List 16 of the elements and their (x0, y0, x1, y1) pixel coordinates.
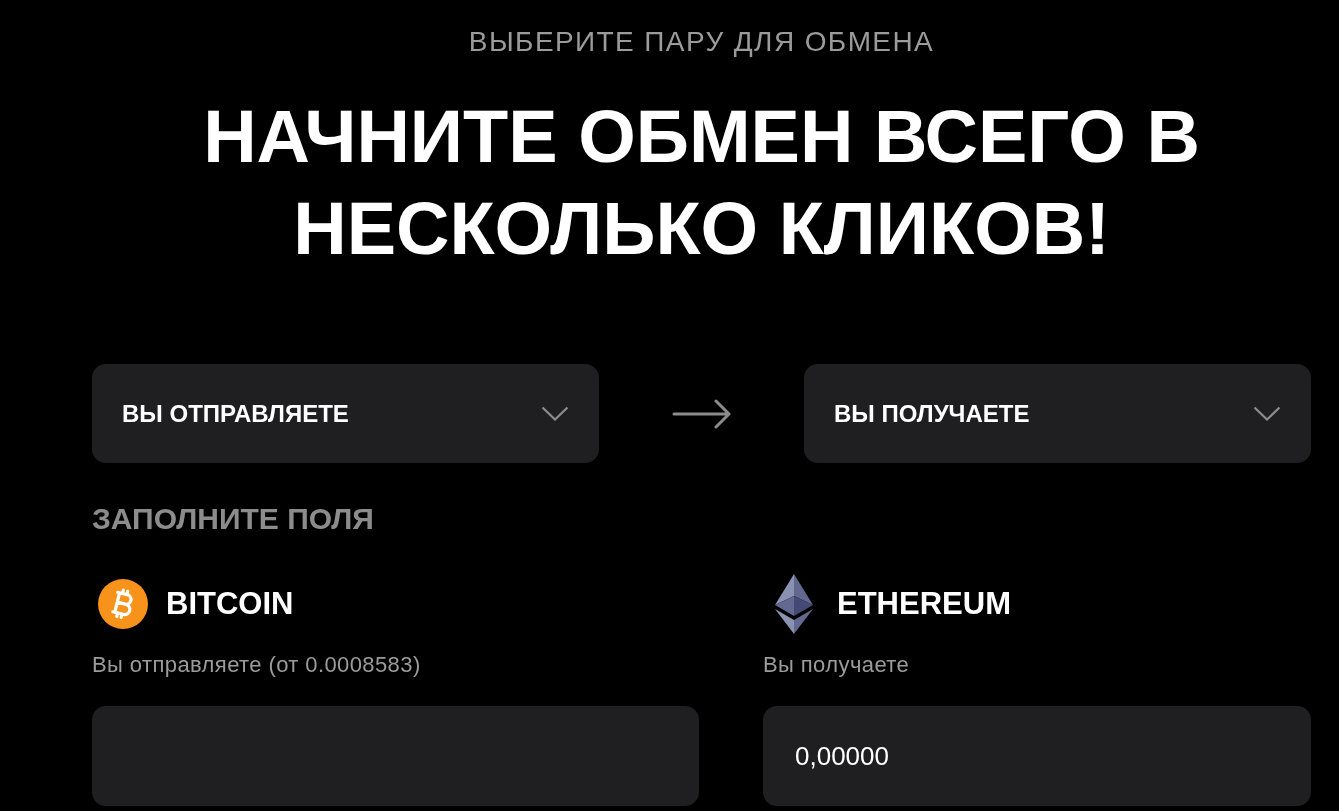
arrow-right-icon (671, 398, 732, 429)
section-subtitle: ВЫБЕРИТЕ ПАРУ ДЛЯ ОБМЕНА (468, 26, 935, 58)
coin-name: ETHEREUM (837, 586, 1011, 622)
chevron-down-icon (1253, 406, 1281, 421)
field-label: Вы отправляете (от 0.0008583) (92, 652, 421, 678)
bitcoin-coin-icon (98, 579, 148, 629)
amount-input[interactable]: 0,00000 (763, 706, 1311, 806)
chevron-down-icon (541, 406, 569, 421)
form-title: ЗАПОЛНИТЕ ПОЛЯ (92, 501, 374, 537)
send-currency-dropdown[interactable]: ВЫ ОТПРАВЛЯЕТЕ (92, 364, 599, 463)
amount-input[interactable] (92, 706, 699, 806)
coin-name: BITCOIN (166, 586, 294, 622)
receive-currency-dropdown[interactable]: ВЫ ПОЛУЧАЕТЕ (804, 364, 1311, 463)
page-heading: НАЧНИТЕ ОБМЕН ВСЕГО В НЕСКОЛЬКО КЛИКОВ! (202, 94, 1201, 272)
ethereum-diamond-icon (775, 574, 813, 634)
field-label: Вы получаете (763, 652, 910, 678)
